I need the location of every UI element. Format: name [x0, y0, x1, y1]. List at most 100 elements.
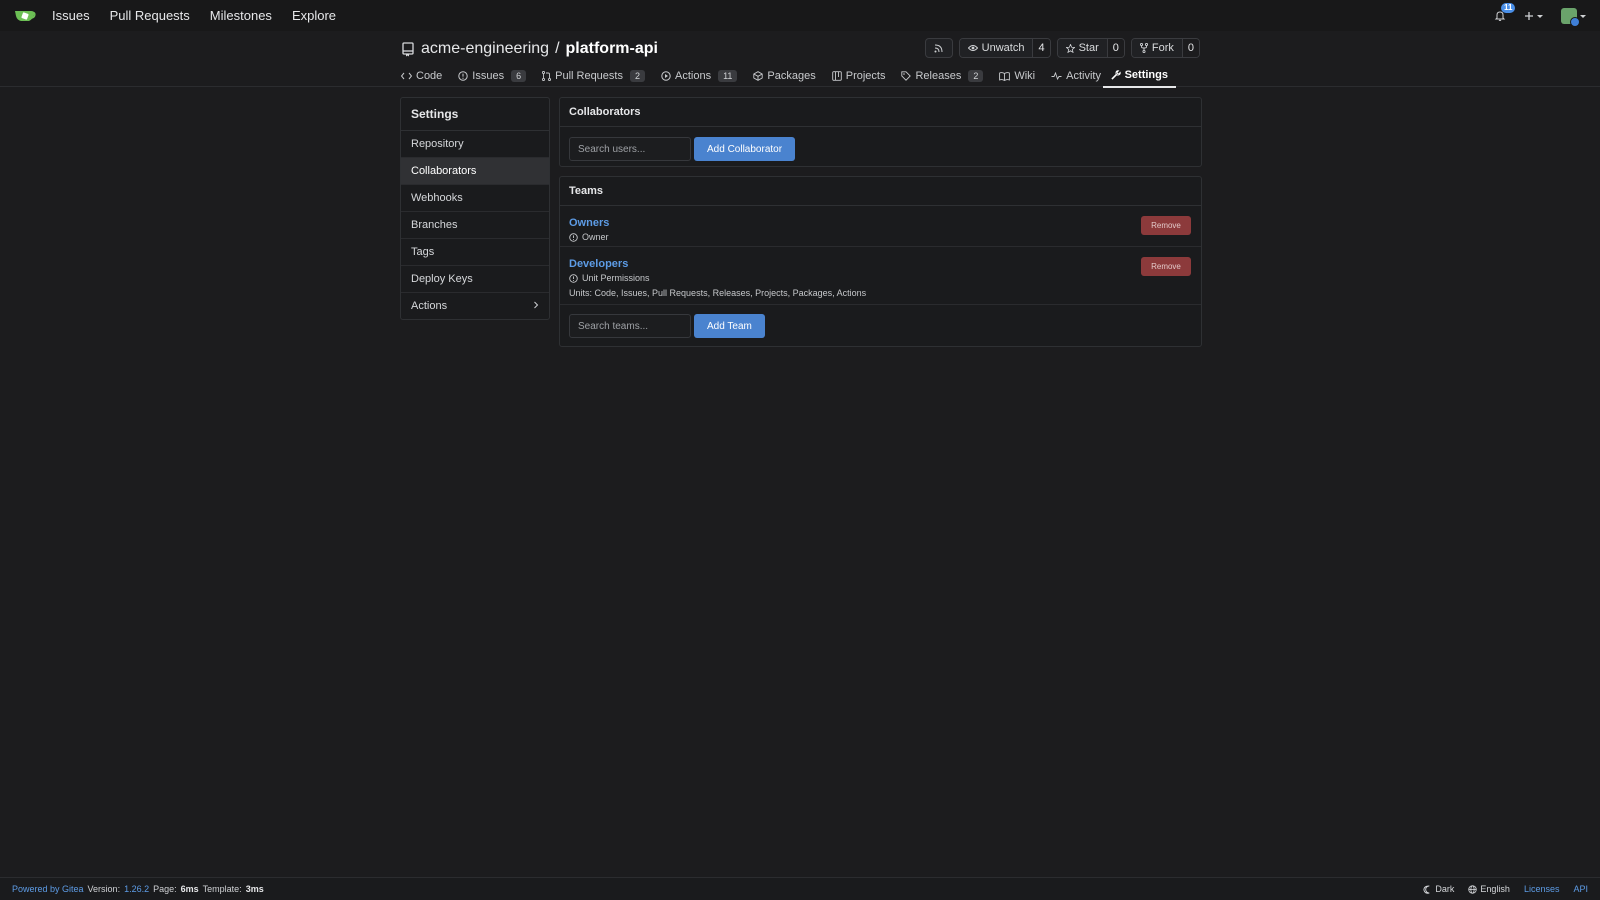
search-teams-input[interactable]: [569, 314, 691, 338]
team-search-row: Add Team: [560, 305, 1201, 347]
watch-count[interactable]: 4: [1032, 39, 1050, 57]
notification-count-badge: 11: [1501, 2, 1516, 13]
language-selector[interactable]: English: [1468, 884, 1510, 894]
version-link[interactable]: 1.26.2: [124, 884, 149, 894]
issue-icon: [458, 71, 468, 81]
repo-tabs: Code Issues 6 Pull Requests 2 Actions 11…: [401, 64, 1176, 88]
remove-team-button[interactable]: Remove: [1141, 216, 1191, 235]
shield-icon: [569, 232, 578, 242]
fork-icon: [1139, 43, 1148, 53]
star-button[interactable]: Star: [1057, 39, 1107, 57]
team-permission: Owner: [569, 232, 1192, 242]
tool-icon: [1110, 70, 1121, 80]
tab-settings[interactable]: Settings: [1102, 64, 1176, 88]
fork-count[interactable]: 0: [1181, 39, 1199, 57]
user-menu-dropdown[interactable]: [1561, 7, 1586, 27]
api-link[interactable]: API: [1573, 884, 1588, 894]
fork-button-group: Fork 0: [1130, 38, 1200, 58]
team-permission-label: Owner: [582, 232, 609, 242]
tab-pull-requests[interactable]: Pull Requests 2: [542, 65, 645, 87]
tab-actions[interactable]: Actions 11: [661, 65, 738, 87]
sidebar-item-collaborators[interactable]: Collaborators: [401, 158, 549, 185]
tab-label: Packages: [767, 70, 816, 82]
rss-icon: [934, 44, 943, 52]
page-time-label: Page:: [153, 884, 177, 894]
team-name-link[interactable]: Developers: [569, 258, 628, 270]
fork-button[interactable]: Fork: [1131, 39, 1182, 57]
licenses-link[interactable]: Licenses: [1524, 884, 1560, 894]
search-users-input[interactable]: [569, 137, 691, 161]
pull-request-icon: [542, 71, 552, 81]
add-collaborator-button[interactable]: Add Collaborator: [694, 137, 796, 161]
rss-feed-button[interactable]: [924, 38, 953, 58]
moon-icon: [1423, 884, 1430, 894]
repo-owner-link[interactable]: acme-engineering: [421, 40, 549, 58]
star-count[interactable]: 0: [1106, 39, 1124, 57]
tab-label: Settings: [1124, 69, 1168, 81]
tab-label: Actions: [675, 70, 712, 82]
unwatch-label: Unwatch: [981, 42, 1025, 54]
nav-milestones[interactable]: Milestones: [210, 6, 272, 25]
create-new-dropdown[interactable]: [1524, 11, 1543, 21]
language-label: English: [1480, 884, 1510, 894]
code-icon: [401, 72, 412, 80]
nav-explore[interactable]: Explore: [292, 6, 336, 25]
navbar-right: 11: [1494, 0, 1586, 31]
tab-wiki[interactable]: Wiki: [999, 65, 1035, 87]
tab-packages[interactable]: Packages: [753, 65, 816, 87]
tab-projects[interactable]: Projects: [831, 65, 885, 87]
caret-down-icon: [1580, 14, 1586, 18]
repo-separator: /: [555, 40, 560, 57]
version-label: Version:: [87, 884, 121, 894]
tab-activity[interactable]: Activity: [1051, 65, 1101, 87]
notifications-button[interactable]: 11: [1494, 2, 1516, 22]
tab-label: Wiki: [1014, 70, 1036, 82]
tab-label: Code: [416, 70, 443, 82]
collaborators-heading: Collaborators: [560, 98, 1201, 127]
tab-label: Activity: [1066, 70, 1101, 82]
book-icon: [999, 71, 1011, 81]
chevron-right-icon: [534, 301, 539, 309]
pulse-icon: [1051, 72, 1062, 80]
add-team-button[interactable]: Add Team: [694, 314, 765, 338]
template-time-value: 3ms: [245, 884, 264, 894]
sidebar-item-actions[interactable]: Actions: [401, 293, 549, 319]
eye-icon: [967, 45, 978, 51]
sidebar-item-tags[interactable]: Tags: [401, 239, 549, 266]
unwatch-button[interactable]: Unwatch: [959, 39, 1033, 57]
sidebar-item-repository[interactable]: Repository: [401, 131, 549, 158]
tab-issues[interactable]: Issues 6: [458, 65, 527, 87]
page-time-value: 6ms: [180, 884, 199, 894]
package-icon: [753, 71, 764, 81]
team-name-link[interactable]: Owners: [569, 217, 609, 229]
avatar: [1561, 7, 1580, 27]
sidebar-item-webhooks[interactable]: Webhooks: [401, 185, 549, 212]
tag-icon: [901, 71, 912, 81]
star-label: Star: [1078, 42, 1099, 54]
top-navbar: Issues Pull Requests Milestones Explore …: [0, 0, 1600, 32]
theme-label: Dark: [1435, 884, 1455, 894]
tab-label: Pull Requests: [555, 70, 623, 82]
project-icon: [831, 71, 842, 81]
collaborators-panel: Collaborators Add Collaborator: [559, 97, 1202, 167]
globe-icon: [1468, 884, 1478, 894]
sidebar-item-label: Actions: [411, 300, 448, 312]
settings-sidebar: Settings Repository Collaborators Webhoo…: [400, 97, 550, 320]
tab-releases[interactable]: Releases 2: [901, 65, 984, 87]
repo-name-link[interactable]: platform-api: [566, 40, 658, 58]
remove-team-button[interactable]: Remove: [1141, 257, 1191, 276]
collaborator-search-row: Add Collaborator: [560, 127, 1201, 171]
nav-pull-requests[interactable]: Pull Requests: [110, 6, 190, 25]
theme-selector[interactable]: Dark: [1423, 884, 1454, 894]
nav-issues[interactable]: Issues: [52, 6, 90, 25]
powered-by-link[interactable]: Powered by Gitea: [12, 884, 84, 894]
tab-code[interactable]: Code: [401, 65, 442, 87]
gitea-logo-icon[interactable]: [14, 9, 36, 23]
fork-label: Fork: [1151, 42, 1174, 54]
star-icon: [1065, 43, 1075, 53]
teams-heading: Teams: [560, 177, 1201, 206]
sidebar-item-deploy-keys[interactable]: Deploy Keys: [401, 266, 549, 293]
sidebar-item-branches[interactable]: Branches: [401, 212, 549, 239]
team-permission-label: Unit Permissions: [582, 273, 650, 283]
team-row-owners: Owners Owner Remove: [560, 206, 1201, 247]
